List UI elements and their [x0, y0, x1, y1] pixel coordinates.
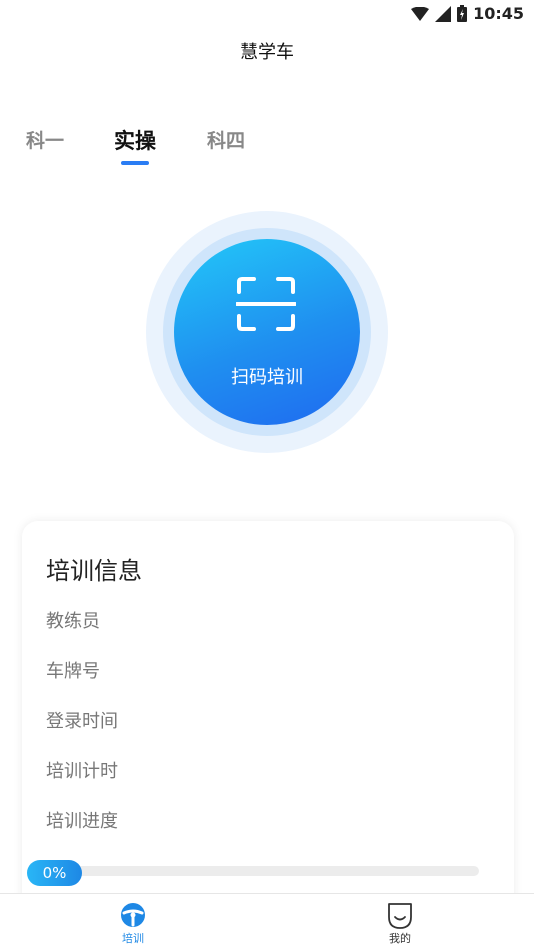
wifi-icon	[411, 6, 430, 21]
info-row-progress: 培训进度	[46, 811, 118, 832]
training-info-card: 培训信息 教练员 车牌号 登录时间 培训计时 培训进度 0%	[22, 521, 514, 941]
app-title: 慧学车	[240, 42, 294, 63]
tab-subject-four[interactable]: 科四	[207, 126, 245, 153]
card-title: 培训信息	[46, 557, 142, 585]
signal-icon	[435, 5, 452, 22]
nav-item-training[interactable]: 培训	[93, 894, 173, 950]
battery-icon	[457, 5, 468, 22]
progress-indicator: 0%	[27, 860, 82, 886]
scan-training-button[interactable]: 扫码培训	[174, 239, 360, 425]
bottom-nav: 培训 我的	[0, 893, 534, 950]
status-icons: 10:45	[411, 4, 524, 23]
scan-training-label: 扫码培训	[231, 367, 303, 388]
info-row-plate: 车牌号	[46, 661, 100, 682]
steering-wheel-icon	[121, 903, 145, 927]
nav-label-mine: 我的	[389, 932, 411, 945]
smile-face-icon	[388, 903, 412, 929]
status-bar: 10:45	[0, 0, 534, 30]
info-row-duration: 培训计时	[46, 761, 118, 782]
subject-tabs: 科一 实操 科四	[0, 126, 534, 170]
nav-label-training: 培训	[122, 932, 144, 945]
status-time: 10:45	[473, 4, 524, 23]
info-row-login-time: 登录时间	[46, 711, 118, 732]
info-row-coach: 教练员	[46, 611, 100, 632]
tab-practical[interactable]: 实操	[114, 125, 156, 155]
progress-track	[27, 866, 479, 876]
scan-frame-icon	[236, 277, 296, 331]
nav-item-mine[interactable]: 我的	[360, 894, 440, 950]
tab-subject-one[interactable]: 科一	[26, 126, 64, 153]
tab-active-indicator	[121, 161, 149, 165]
